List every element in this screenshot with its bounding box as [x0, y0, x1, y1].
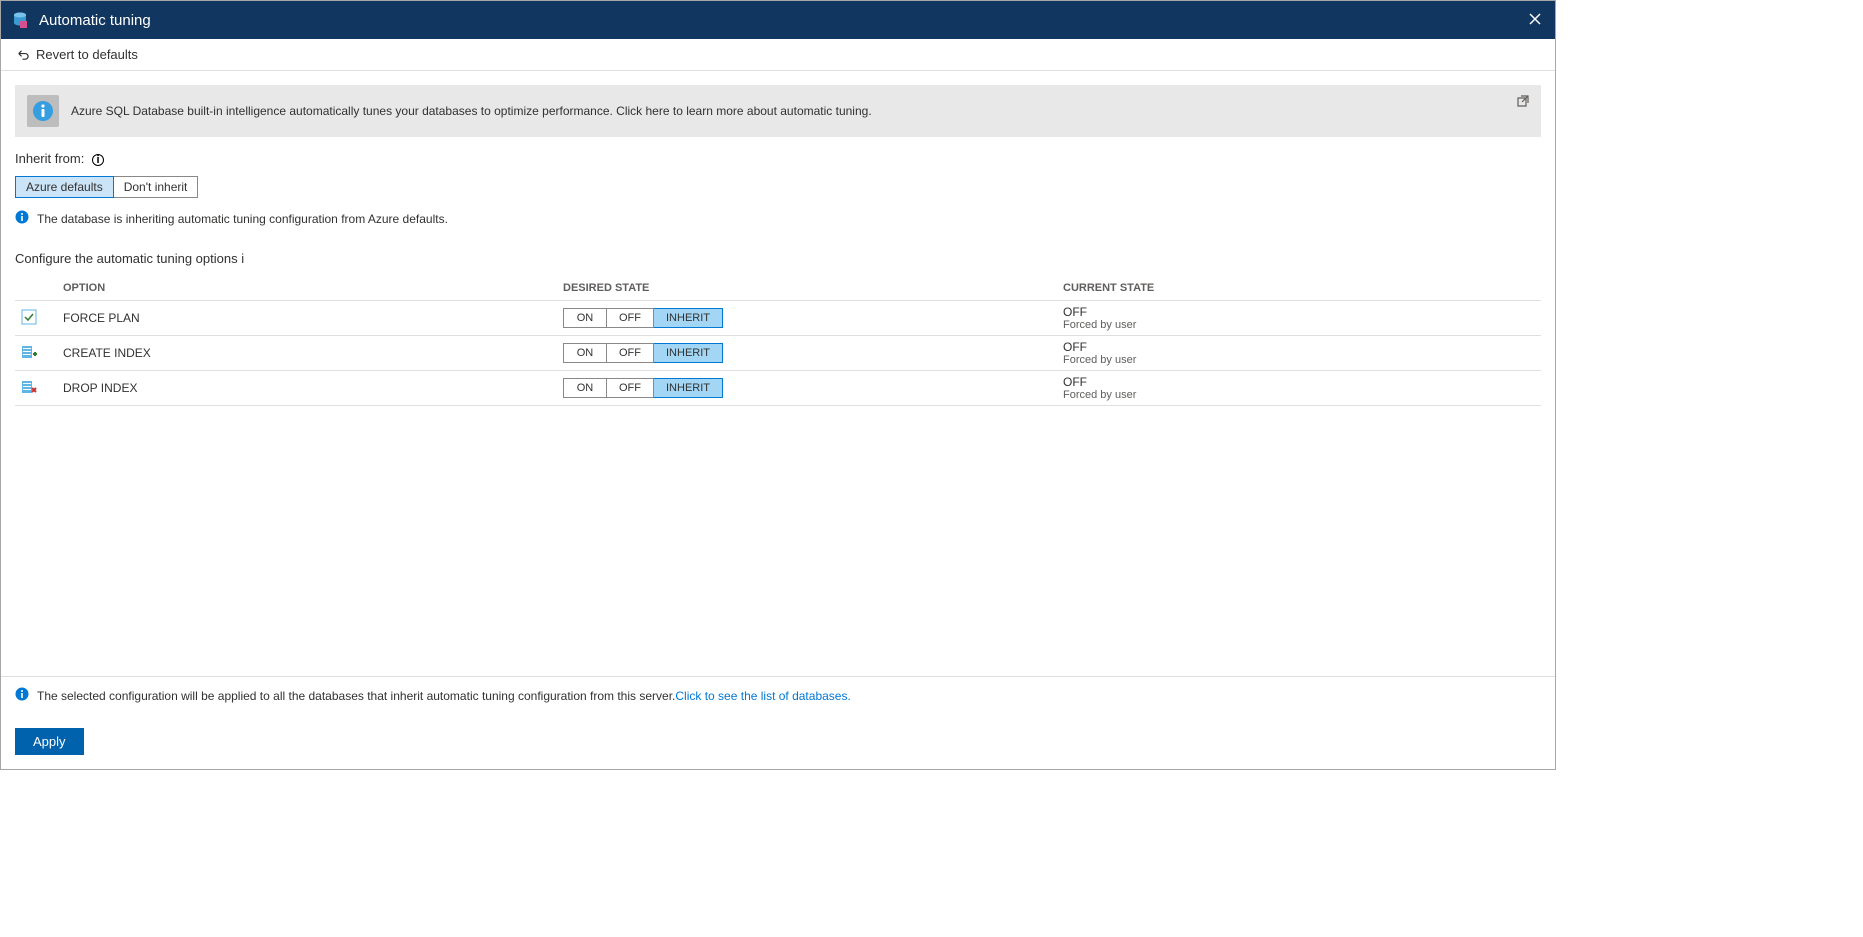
desired-state-toggle: ON OFF INHERIT [563, 308, 723, 328]
table-header-icon [15, 276, 59, 301]
current-value: OFF [1063, 375, 1537, 389]
revert-label: Revert to defaults [36, 47, 138, 62]
inherit-segmented-control: Azure defaults Don't inherit [15, 176, 198, 198]
state-inherit-button[interactable]: INHERIT [654, 378, 723, 398]
automatic-tuning-blade: Automatic tuning Revert to defaults Azur… [0, 0, 1556, 770]
table-header-desired: DESIRED STATE [559, 276, 1059, 301]
row-icon-cell [15, 336, 59, 371]
current-sub: Forced by user [1063, 389, 1537, 401]
option-name: FORCE PLAN [59, 301, 559, 336]
content-area: Azure SQL Database built-in intelligence… [1, 71, 1555, 676]
current-state-cell: OFF Forced by user [1059, 336, 1541, 371]
inherit-help-icon[interactable]: i [92, 154, 104, 166]
footer-info-text: The selected configuration will be appli… [37, 689, 675, 703]
current-value: OFF [1063, 340, 1537, 354]
footer-info-row: The selected configuration will be appli… [1, 676, 1555, 714]
state-on-button[interactable]: ON [563, 308, 607, 328]
table-header-option: OPTION [59, 276, 559, 301]
current-state-cell: OFF Forced by user [1059, 371, 1541, 406]
state-inherit-button[interactable]: INHERIT [654, 343, 723, 363]
desired-state-cell: ON OFF INHERIT [559, 301, 1059, 336]
desired-state-cell: ON OFF INHERIT [559, 371, 1059, 406]
info-icon [32, 100, 54, 122]
force-plan-icon [21, 309, 37, 325]
row-icon-cell [15, 371, 59, 406]
create-index-icon [21, 344, 37, 360]
state-on-button[interactable]: ON [563, 343, 607, 363]
footer-info-link[interactable]: Click to see the list of databases. [675, 689, 850, 703]
inherit-status-text: The database is inheriting automatic tun… [37, 212, 448, 226]
apply-button[interactable]: Apply [15, 728, 84, 755]
tuning-options-table: OPTION DESIRED STATE CURRENT STATE FORCE… [15, 276, 1541, 406]
footer-bar: Apply [1, 714, 1555, 769]
current-state-cell: OFF Forced by user [1059, 301, 1541, 336]
current-value: OFF [1063, 305, 1537, 319]
close-icon [1529, 13, 1541, 25]
table-row: CREATE INDEX ON OFF INHERIT OFF Forced b… [15, 336, 1541, 371]
table-header-current: CURRENT STATE [1059, 276, 1541, 301]
info-icon [15, 687, 29, 704]
undo-icon [15, 47, 30, 62]
configure-label: Configure the automatic tuning options [15, 251, 238, 266]
state-on-button[interactable]: ON [563, 378, 607, 398]
state-inherit-button[interactable]: INHERIT [654, 308, 723, 328]
inherit-from-label: Inherit from: [15, 151, 84, 166]
table-header-row: OPTION DESIRED STATE CURRENT STATE [15, 276, 1541, 301]
info-icon-box [27, 95, 59, 127]
current-sub: Forced by user [1063, 319, 1537, 331]
blade-title: Automatic tuning [39, 12, 1525, 29]
toolbar: Revert to defaults [1, 39, 1555, 71]
desired-state-toggle: ON OFF INHERIT [563, 378, 723, 398]
current-sub: Forced by user [1063, 354, 1537, 366]
revert-to-defaults-button[interactable]: Revert to defaults [15, 47, 138, 62]
database-icon [11, 11, 29, 29]
popout-button[interactable] [1515, 95, 1529, 112]
popout-icon [1515, 95, 1529, 109]
info-icon [15, 210, 29, 227]
close-button[interactable] [1525, 8, 1545, 32]
info-banner-text: Azure SQL Database built-in intelligence… [71, 104, 1529, 118]
table-row: DROP INDEX ON OFF INHERIT OFF Forced by … [15, 371, 1541, 406]
configure-label-row: Configure the automatic tuning options i [15, 251, 1541, 266]
desired-state-toggle: ON OFF INHERIT [563, 343, 723, 363]
row-icon-cell [15, 301, 59, 336]
configure-help-icon[interactable]: i [241, 251, 244, 266]
info-banner[interactable]: Azure SQL Database built-in intelligence… [15, 85, 1541, 137]
inherit-azure-defaults-button[interactable]: Azure defaults [15, 176, 114, 198]
table-row: FORCE PLAN ON OFF INHERIT OFF Forced by … [15, 301, 1541, 336]
inherit-from-label-row: Inherit from: i [15, 151, 1541, 166]
blade-header: Automatic tuning [1, 1, 1555, 39]
inherit-status-row: The database is inheriting automatic tun… [15, 210, 1541, 227]
state-off-button[interactable]: OFF [607, 308, 654, 328]
drop-index-icon [21, 379, 37, 395]
option-name: CREATE INDEX [59, 336, 559, 371]
state-off-button[interactable]: OFF [607, 378, 654, 398]
inherit-dont-inherit-button[interactable]: Don't inherit [114, 176, 199, 198]
state-off-button[interactable]: OFF [607, 343, 654, 363]
option-name: DROP INDEX [59, 371, 559, 406]
desired-state-cell: ON OFF INHERIT [559, 336, 1059, 371]
